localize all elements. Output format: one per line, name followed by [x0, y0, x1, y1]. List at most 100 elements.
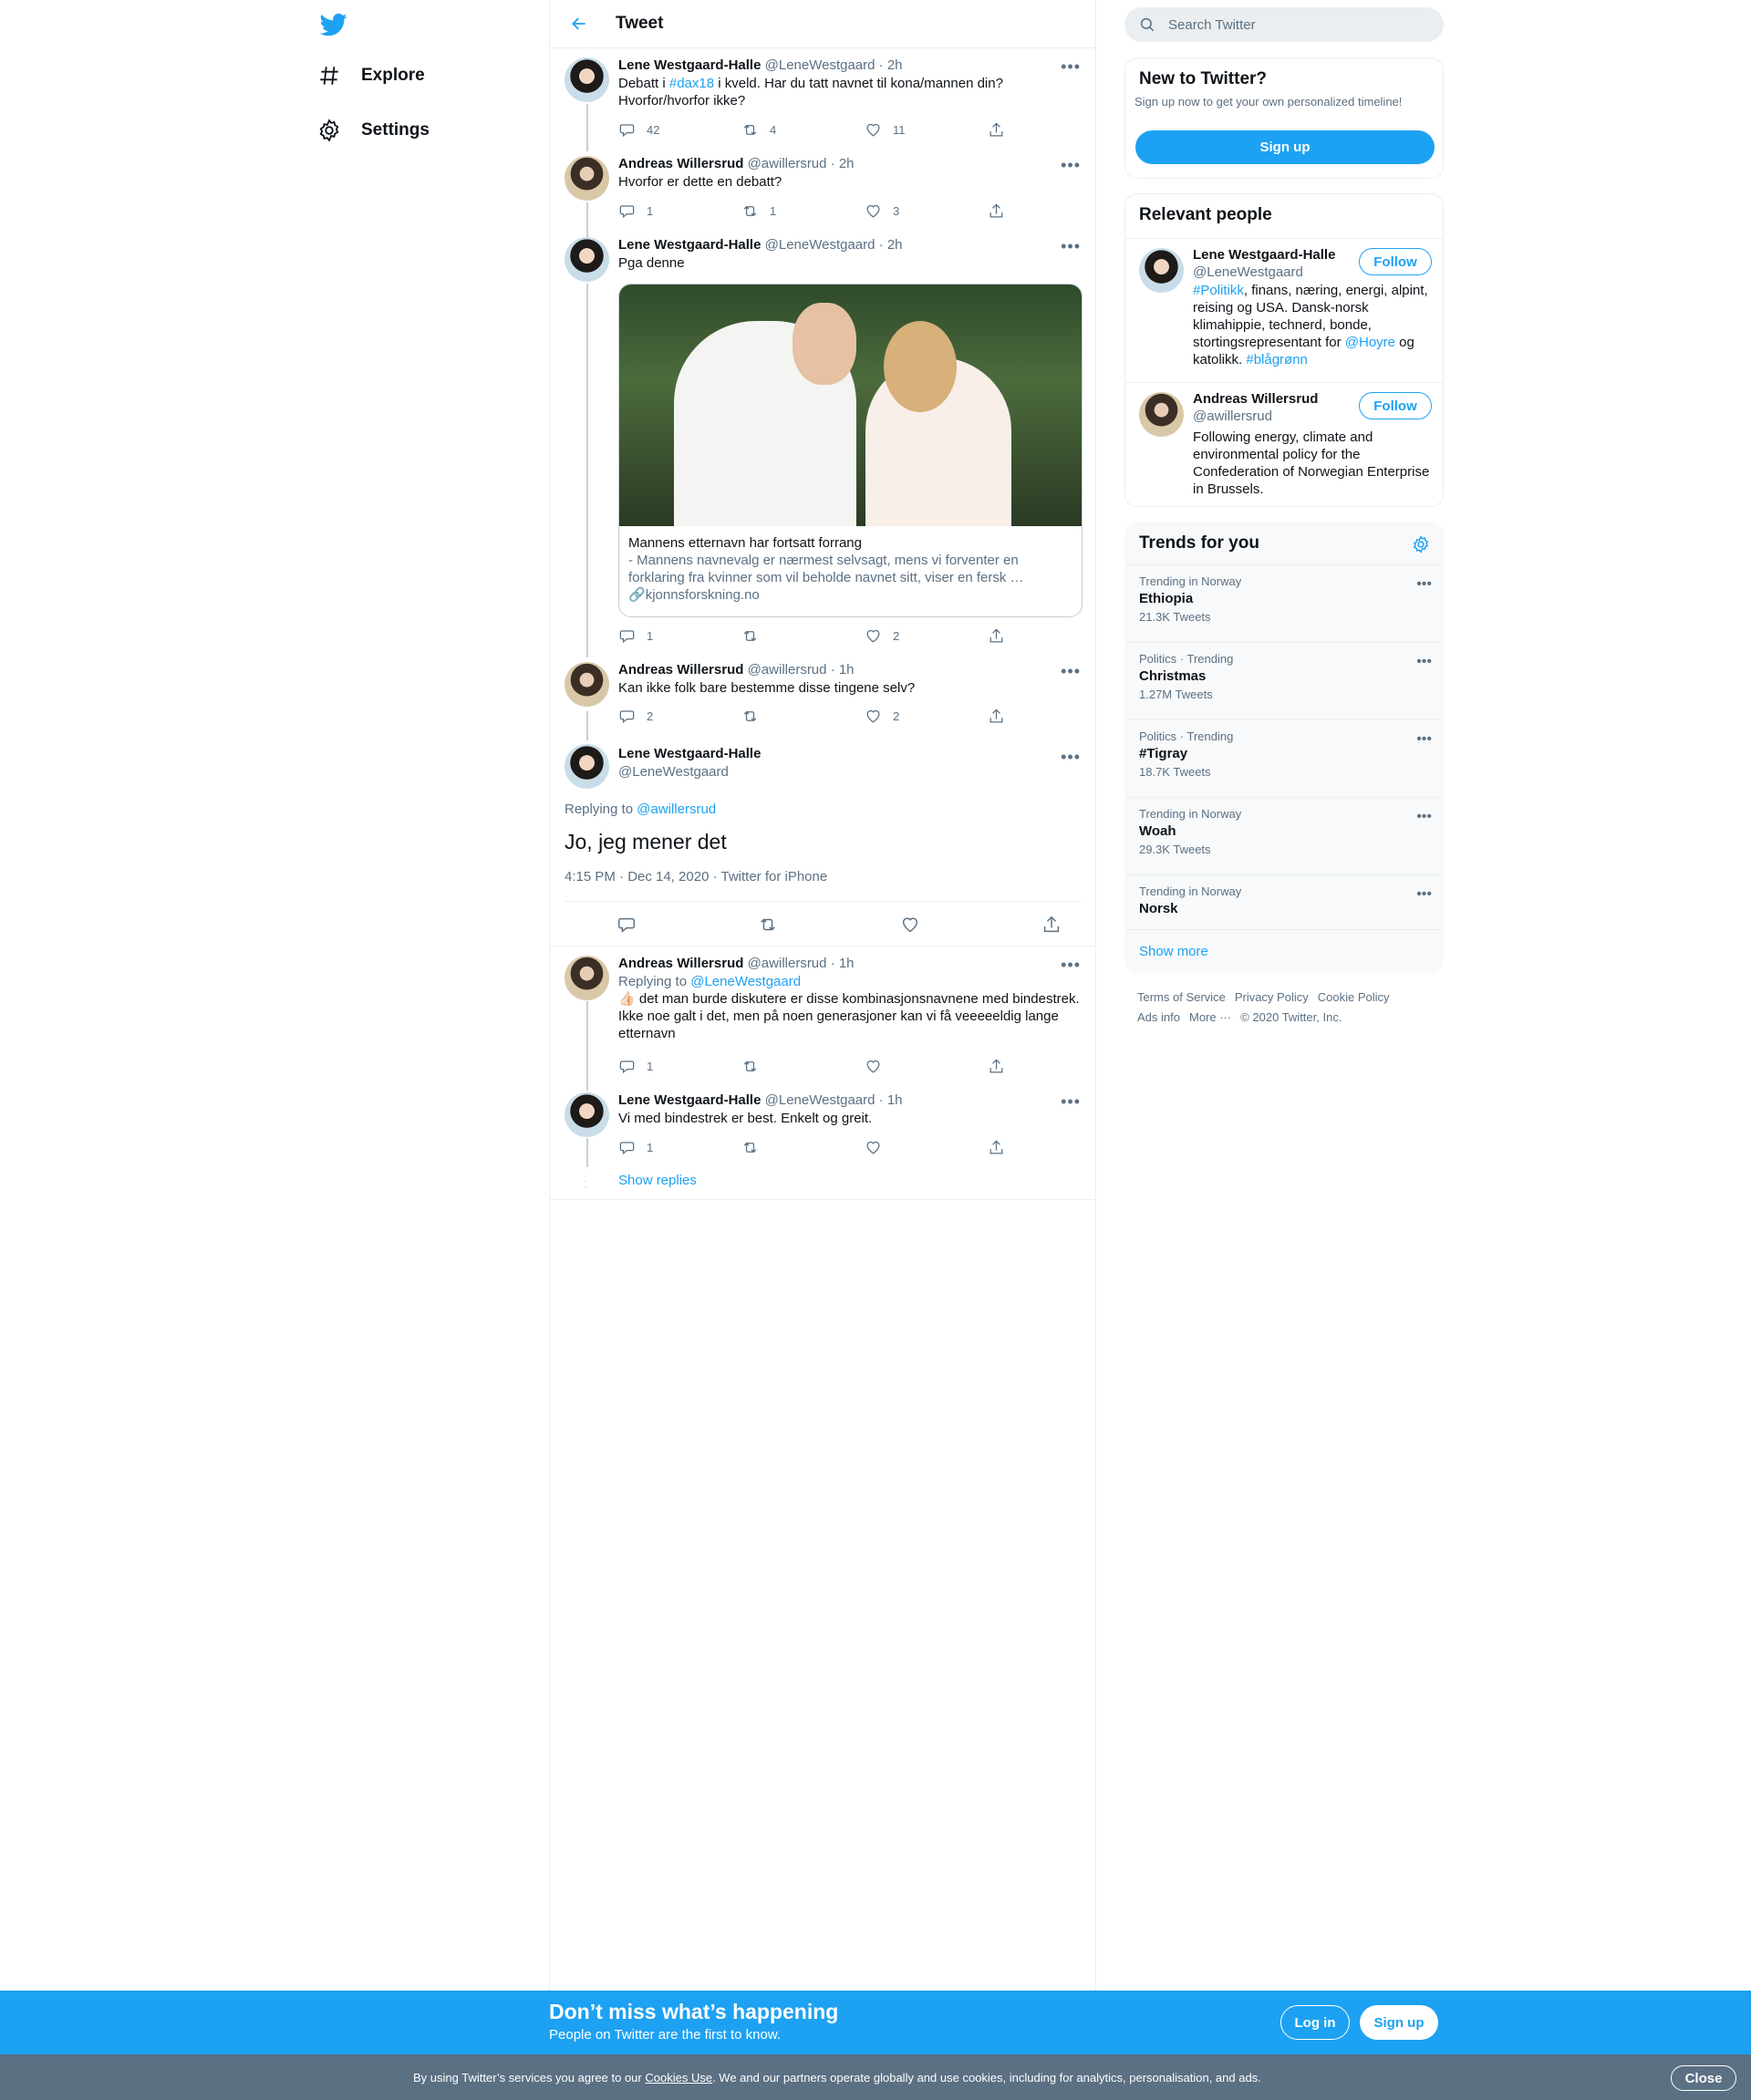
cookies-use-link[interactable]: Cookies Use — [645, 2071, 712, 2084]
nav-explore[interactable]: Explore — [317, 62, 425, 89]
person-handle[interactable]: @awillersrud — [1193, 409, 1272, 424]
show-more-link[interactable]: Show more — [1139, 944, 1208, 959]
more-icon[interactable]: ••• — [1416, 886, 1432, 903]
trend-item[interactable]: Politics · Trending Christmas 1.27M Twee… — [1125, 642, 1443, 719]
reply-button[interactable]: 42 — [618, 120, 741, 139]
like-button[interactable]: 3 — [865, 202, 988, 220]
share-icon[interactable] — [1041, 915, 1062, 935]
author-name[interactable]: Andreas Willersrud — [618, 156, 743, 171]
retweet-icon[interactable] — [758, 915, 778, 935]
tweet[interactable]: ••• Andreas Willersrud @awillersrud · 1h… — [550, 654, 1095, 731]
bio-mention-link[interactable]: @Hoyre — [1345, 335, 1395, 350]
like-button[interactable] — [865, 1057, 988, 1075]
trend-item[interactable]: Trending in Norway Ethiopia 21.3K Tweets… — [1125, 564, 1443, 642]
back-arrow-icon[interactable] — [570, 15, 588, 33]
retweet-button[interactable]: 4 — [741, 120, 865, 139]
avatar[interactable] — [565, 57, 609, 102]
sidebar-signup-button[interactable]: Sign up — [1135, 130, 1435, 164]
show-replies-link[interactable]: Show replies — [618, 1173, 697, 1188]
avatar[interactable] — [565, 237, 609, 282]
privacy-link[interactable]: Privacy Policy — [1235, 990, 1309, 1004]
search-box[interactable]: Search Twitter — [1124, 7, 1444, 42]
follow-button[interactable]: Follow — [1359, 392, 1432, 419]
terms-link[interactable]: Terms of Service — [1137, 990, 1226, 1004]
person-card[interactable]: Andreas Willersrud @awillersrud Follow Fo… — [1125, 382, 1443, 506]
tweet[interactable]: ••• Lene Westgaard-Halle @LeneWestgaard … — [550, 229, 1095, 653]
author-handle[interactable]: @LeneWestgaard — [765, 57, 876, 73]
show-more-row[interactable]: Show more — [1125, 929, 1443, 972]
more-icon[interactable]: ••• — [1061, 749, 1081, 765]
reply-icon[interactable] — [616, 915, 637, 935]
reply-button[interactable]: 1 — [618, 202, 741, 220]
author-handle[interactable]: @awillersrud — [748, 956, 827, 971]
tweet[interactable]: ••• Lene Westgaard-Halle @LeneWestgaard … — [550, 49, 1095, 147]
more-icon[interactable]: ••• — [1416, 576, 1432, 593]
follow-button[interactable]: Follow — [1359, 248, 1432, 275]
avatar[interactable] — [565, 744, 609, 789]
author-name[interactable]: Lene Westgaard-Halle — [618, 57, 761, 73]
share-button[interactable] — [988, 707, 1029, 725]
tweet-time[interactable]: · 1h — [831, 662, 855, 678]
signup-button[interactable]: Sign up — [1360, 2005, 1438, 2040]
share-button[interactable] — [988, 120, 1029, 139]
like-button[interactable] — [865, 1138, 988, 1156]
tweet-time[interactable]: · 2h — [879, 57, 903, 73]
share-button[interactable] — [988, 1057, 1029, 1075]
reply-button[interactable]: 1 — [618, 626, 741, 645]
author-handle[interactable]: @LeneWestgaard — [618, 763, 761, 781]
avatar[interactable] — [565, 956, 609, 1000]
trend-item[interactable]: Trending in Norway Norsk ••• — [1125, 874, 1443, 929]
hashtag-link[interactable]: #dax18 — [669, 76, 714, 91]
retweet-button[interactable] — [741, 1057, 865, 1075]
more-link[interactable]: More ··· — [1189, 1010, 1231, 1024]
cookie-link[interactable]: Cookie Policy — [1318, 990, 1390, 1004]
retweet-button[interactable] — [741, 707, 865, 725]
close-button[interactable]: Close — [1671, 2065, 1736, 2091]
share-button[interactable] — [988, 202, 1029, 220]
twitter-logo-icon[interactable] — [317, 11, 350, 38]
avatar[interactable] — [1139, 392, 1184, 437]
more-icon[interactable]: ••• — [1416, 654, 1432, 670]
gear-icon[interactable] — [1412, 535, 1430, 553]
heart-icon[interactable] — [900, 915, 920, 935]
reply-button[interactable]: 1 — [618, 1057, 741, 1075]
author-handle[interactable]: @LeneWestgaard — [765, 1092, 876, 1108]
nav-settings[interactable]: Settings — [317, 117, 430, 144]
search-input[interactable]: Search Twitter — [1168, 17, 1256, 33]
person-handle[interactable]: @LeneWestgaard — [1193, 264, 1303, 280]
author-name[interactable]: Lene Westgaard-Halle — [618, 237, 761, 253]
avatar[interactable] — [565, 156, 609, 201]
ads-info-link[interactable]: Ads info — [1137, 1010, 1180, 1024]
reply-tweet[interactable]: ••• Lene Westgaard-Halle @LeneWestgaard … — [550, 1084, 1095, 1200]
author-name[interactable]: Andreas Willersrud — [618, 662, 743, 678]
avatar[interactable] — [565, 662, 609, 707]
person-card[interactable]: Lene Westgaard-Halle @LeneWestgaard Follo… — [1125, 238, 1443, 382]
author-handle[interactable]: @LeneWestgaard — [765, 237, 876, 253]
tweet-time[interactable]: · 1h — [831, 956, 855, 971]
like-button[interactable]: 2 — [865, 707, 988, 725]
reply-button[interactable]: 2 — [618, 707, 741, 725]
like-button[interactable]: 2 — [865, 626, 988, 645]
author-name[interactable]: Andreas Willersrud — [618, 956, 743, 971]
tweet-time[interactable]: · 2h — [831, 156, 855, 171]
retweet-button[interactable] — [741, 626, 865, 645]
tweet[interactable]: ••• Andreas Willersrud @awillersrud · 2h… — [550, 148, 1095, 228]
like-button[interactable]: 11 — [865, 120, 988, 139]
tweet-time[interactable]: · 1h — [879, 1092, 903, 1108]
person-name[interactable]: Andreas Willersrud — [1193, 391, 1318, 407]
more-icon[interactable]: ••• — [1416, 809, 1432, 825]
more-icon[interactable]: ••• — [1416, 731, 1432, 748]
author-handle[interactable]: @awillersrud — [748, 156, 827, 171]
trend-item[interactable]: Politics · Trending #Tigray 18.7K Tweets… — [1125, 719, 1443, 797]
author-handle[interactable]: @awillersrud — [748, 662, 827, 678]
bio-hashtag-link[interactable]: #Politikk — [1193, 283, 1244, 298]
replying-to-link[interactable]: @awillersrud — [637, 802, 716, 817]
avatar[interactable] — [1139, 248, 1184, 293]
share-button[interactable] — [988, 626, 1029, 645]
avatar[interactable] — [565, 1092, 609, 1137]
reply-tweet[interactable]: ••• Andreas Willersrud @awillersrud · 1h… — [550, 947, 1095, 1082]
author-name[interactable]: Lene Westgaard-Halle — [618, 746, 761, 761]
retweet-button[interactable] — [741, 1138, 865, 1156]
reply-button[interactable]: 1 — [618, 1138, 741, 1156]
share-button[interactable] — [988, 1138, 1029, 1156]
